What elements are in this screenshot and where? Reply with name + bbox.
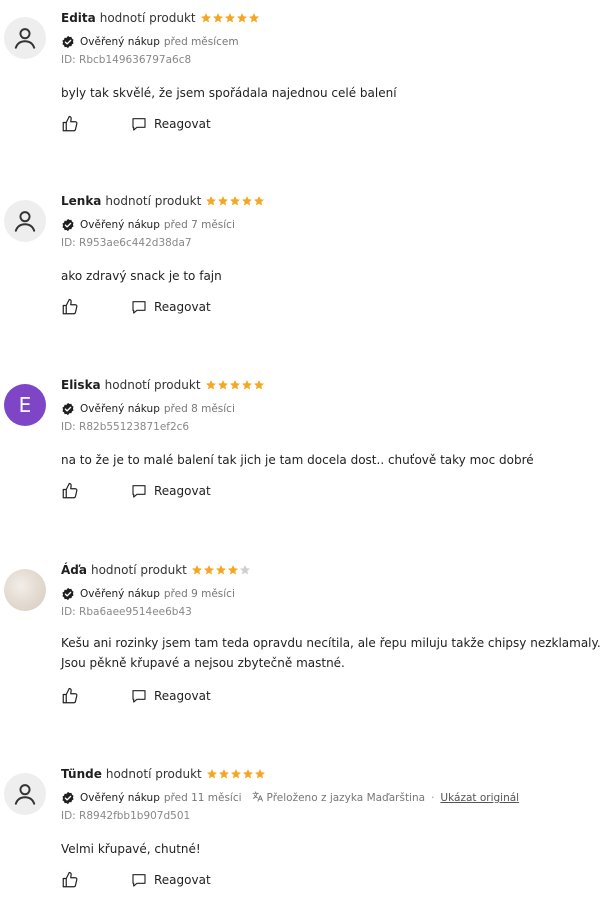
star-filled-icon (205, 379, 217, 391)
reply-button[interactable]: Reagovat (131, 483, 211, 499)
review-action-label: hodnotí produkt (90, 563, 187, 577)
verified-check-icon (61, 402, 75, 416)
review-author: Lenka (61, 194, 102, 208)
star-filled-icon (227, 564, 239, 576)
verified-check-icon (61, 791, 75, 805)
reply-label: Reagovat (154, 117, 211, 131)
review-id: ID: Rba6aee9514ee6b43 (61, 606, 192, 618)
reply-label: Reagovat (154, 300, 211, 314)
review-author: Tünde (61, 767, 102, 781)
review-text-line: Kešu ani rozinky jsem tam teda opravdu n… (61, 636, 600, 650)
reply-label: Reagovat (154, 484, 211, 498)
thumbs-up-icon[interactable] (61, 687, 79, 705)
review-author: Eliska (61, 378, 101, 392)
star-filled-icon (200, 12, 212, 24)
review-time: před 9 měsíci (163, 588, 235, 600)
star-filled-icon (217, 195, 229, 207)
reply-button[interactable]: Reagovat (131, 299, 211, 315)
verified-check-icon (61, 587, 75, 601)
show-original-link[interactable]: Ukázat originál (440, 792, 519, 804)
review-id: ID: Rbcb149636797a6c8 (61, 54, 192, 66)
review-id: ID: R953ae6c442d38da7 (61, 237, 192, 249)
star-rating (205, 379, 265, 391)
star-filled-icon (241, 379, 253, 391)
star-filled-icon (215, 564, 227, 576)
star-filled-icon (253, 379, 265, 391)
star-filled-icon (254, 768, 266, 780)
star-rating (191, 564, 251, 576)
user-avatar-icon (4, 200, 46, 242)
star-filled-icon (191, 564, 203, 576)
user-avatar-photo (4, 569, 46, 611)
review-time: před 7 měsíci (163, 219, 235, 231)
reply-button[interactable]: Reagovat (131, 688, 211, 704)
star-filled-icon (218, 768, 230, 780)
verified-check-icon (61, 218, 75, 232)
review-text: na to že je to malé balení tak jich je t… (61, 453, 534, 467)
reply-label: Reagovat (154, 689, 211, 703)
reply-button[interactable]: Reagovat (131, 872, 211, 888)
review-author: Áďa (61, 563, 87, 577)
review-time: před měsícem (163, 36, 239, 48)
star-filled-icon (253, 195, 265, 207)
star-filled-icon (217, 379, 229, 391)
review-text: Velmi křupavé, chutné! (61, 842, 201, 856)
verified-purchase-label: Ověřený nákup (80, 219, 160, 231)
review-action-label: hodnotí produkt (105, 194, 202, 208)
review-time: před 11 měsíci (163, 792, 242, 804)
review-time: před 8 měsíci (163, 403, 235, 415)
verified-purchase-label: Ověřený nákup (80, 792, 160, 804)
star-filled-icon (224, 12, 236, 24)
star-filled-icon (248, 12, 260, 24)
verified-purchase-label: Ověřený nákup (80, 588, 160, 600)
star-rating (206, 768, 266, 780)
review-action-label: hodnotí produkt (104, 378, 201, 392)
comment-icon (132, 874, 146, 887)
comment-icon (132, 118, 146, 131)
reply-label: Reagovat (154, 873, 211, 887)
review-text: byly tak skvělé, že jsem spořádala najed… (61, 86, 397, 100)
review-author: Edita (61, 11, 96, 25)
thumbs-up-icon[interactable] (61, 298, 79, 316)
verified-purchase-label: Ověřený nákup (80, 36, 160, 48)
user-avatar-icon (4, 17, 46, 59)
star-rating (205, 195, 265, 207)
star-filled-icon (230, 768, 242, 780)
review-text-line: Jsou pěkně křupavé a nejsou zbytečně mas… (61, 656, 345, 670)
avatar-letter: E (18, 393, 32, 417)
separator-dot: · (431, 792, 435, 804)
user-avatar-icon (4, 773, 46, 815)
user-avatar: E (4, 384, 46, 426)
star-filled-icon (236, 12, 248, 24)
star-filled-icon (203, 564, 215, 576)
review-id: ID: R8942fbb1b907d501 (61, 810, 191, 822)
star-filled-icon (242, 768, 254, 780)
review-action-label: hodnotí produkt (99, 11, 196, 25)
star-filled-icon (212, 12, 224, 24)
verified-check-icon (61, 35, 75, 49)
comment-icon (132, 690, 146, 703)
star-filled-icon (241, 195, 253, 207)
review-text: Kešu ani rozinky jsem tam teda opravdu n… (61, 633, 600, 673)
review-action-label: hodnotí produkt (105, 767, 202, 781)
review-id: ID: R82b55123871ef2c6 (61, 421, 190, 433)
translated-note: Přeloženo z jazyka Maďarština (266, 792, 426, 804)
star-empty-icon (239, 564, 251, 576)
thumbs-up-icon[interactable] (61, 482, 79, 500)
star-filled-icon (205, 195, 217, 207)
thumbs-up-icon[interactable] (61, 115, 79, 133)
comment-icon (132, 301, 146, 314)
thumbs-up-icon[interactable] (61, 871, 79, 889)
reply-button[interactable]: Reagovat (131, 116, 211, 132)
star-rating (200, 12, 260, 24)
verified-purchase-label: Ověřený nákup (80, 403, 160, 415)
star-filled-icon (229, 195, 241, 207)
star-filled-icon (206, 768, 218, 780)
translate-icon (252, 791, 263, 805)
star-filled-icon (229, 379, 241, 391)
review-text: ako zdravý snack je to fajn (61, 269, 222, 283)
comment-icon (132, 485, 146, 498)
